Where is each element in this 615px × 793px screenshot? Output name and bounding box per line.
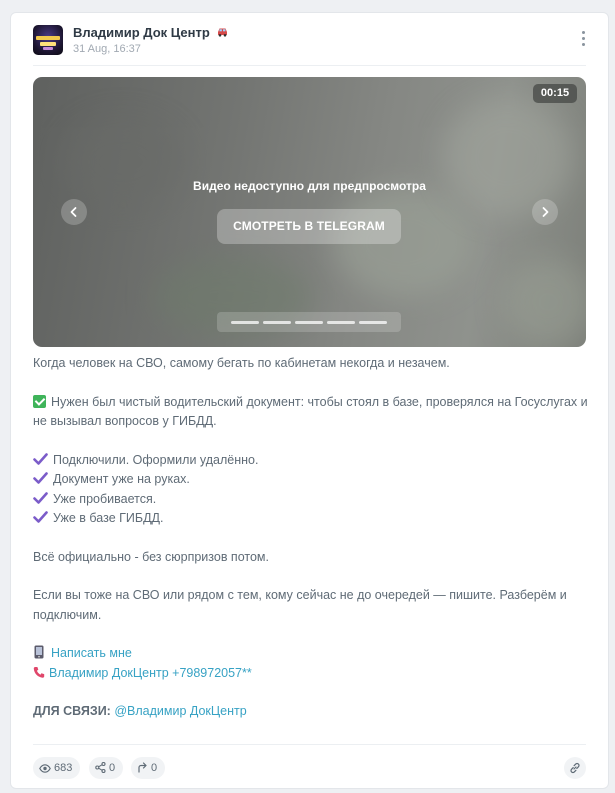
- slide-dot[interactable]: [359, 320, 387, 324]
- watch-in-telegram-button[interactable]: СМОТРЕТЬ В TELEGRAM: [217, 209, 401, 244]
- post-text: Когда человек на СВО, самому бегать по к…: [33, 354, 588, 722]
- shares-counter[interactable]: 0: [89, 757, 124, 779]
- step-item: Уже в базе ГИБДД.: [33, 509, 588, 529]
- tick-icon: [33, 472, 48, 484]
- tick-icon: [33, 452, 48, 465]
- video-duration: 00:15: [533, 84, 577, 103]
- contact-line: ДЛЯ СВЯЗИ: @Владимир ДокЦентр: [33, 702, 588, 722]
- video-blur: [503, 257, 586, 347]
- link-icon: [570, 762, 580, 774]
- video-unavailable-text: Видео недоступно для предпросмотра: [193, 179, 426, 193]
- views-counter[interactable]: 683: [33, 757, 81, 779]
- slide-dot[interactable]: [295, 320, 323, 324]
- post-timestamp: 31 Aug, 16:37: [73, 43, 141, 55]
- slide-dot[interactable]: [327, 320, 355, 324]
- eye-icon: [39, 764, 51, 773]
- car-icon: [216, 27, 229, 40]
- step-item: Подключили. Оформили удалённо.: [33, 451, 588, 471]
- channel-name-text: Владимир Док Центр: [73, 25, 210, 40]
- tick-icon: [33, 511, 48, 523]
- channel-name[interactable]: Владимир Док Центр: [73, 25, 229, 40]
- slide-dot[interactable]: [231, 320, 259, 324]
- mobile-phone-icon: [34, 645, 44, 659]
- check-mark-icon: [33, 394, 46, 408]
- previous-slide-button[interactable]: [61, 199, 87, 225]
- header-divider: [33, 65, 586, 66]
- official-paragraph: Всё официально - без сюрпризов потом.: [33, 549, 269, 564]
- slide-indicator: [217, 312, 401, 332]
- step-text: Уже в базе ГИБДД.: [53, 511, 164, 525]
- post-footer: 683 0 0: [33, 757, 586, 779]
- chevron-right-icon: [542, 207, 549, 217]
- step-item: Уже пробивается.: [33, 490, 588, 510]
- phone-icon: [33, 666, 45, 678]
- share-icon: [95, 762, 106, 773]
- avatar-logo-stripe: [43, 47, 53, 50]
- video-preview[interactable]: 00:15 Видео недоступно для предпросмотра…: [33, 77, 586, 347]
- write-line: Написать мне: [33, 644, 588, 664]
- contact-label: ДЛЯ СВЯЗИ:: [33, 704, 111, 718]
- copy-link-button[interactable]: [564, 757, 586, 779]
- post-header: Владимир Док Центр 31 Aug, 16:37: [33, 25, 592, 65]
- phone-link[interactable]: Владимир ДокЦентр +798972057**: [49, 666, 252, 680]
- tick-icon: [33, 491, 48, 504]
- video-blur: [63, 117, 183, 207]
- contact-link[interactable]: @Владимир ДокЦентр: [114, 704, 246, 718]
- intro-paragraph: Когда человек на СВО, самому бегать по к…: [33, 356, 450, 370]
- channel-avatar[interactable]: [33, 25, 63, 55]
- post-card: Владимир Док Центр 31 Aug, 16:37 00:15 В…: [10, 12, 609, 789]
- step-item: Документ уже на руках.: [33, 470, 588, 490]
- video-blur: [443, 97, 573, 217]
- write-me-link[interactable]: Написать мне: [51, 646, 132, 660]
- step-text: Подключили. Оформили удалённо.: [53, 452, 259, 467]
- next-slide-button[interactable]: [532, 199, 558, 225]
- footer-divider: [33, 744, 586, 745]
- step-text: Документ уже на руках.: [53, 472, 190, 486]
- step-text: Уже пробивается.: [53, 491, 157, 506]
- need-text: Нужен был чистый водительский документ: …: [33, 394, 588, 429]
- forwards-count: 0: [151, 762, 158, 774]
- avatar-logo-stripe: [36, 36, 60, 40]
- views-count: 683: [54, 762, 73, 774]
- slide-dot[interactable]: [263, 320, 291, 324]
- phone-line: Владимир ДокЦентр +798972057**: [33, 664, 588, 684]
- forwards-counter[interactable]: 0: [131, 757, 166, 779]
- more-menu-icon[interactable]: [580, 31, 586, 49]
- need-paragraph: Нужен был чистый водительский документ: …: [33, 393, 588, 432]
- shares-count: 0: [109, 762, 116, 774]
- chevron-left-icon: [70, 207, 77, 217]
- avatar-logo-stripe: [40, 42, 56, 46]
- forward-icon: [138, 762, 147, 773]
- cta-paragraph: Если вы тоже на СВО или рядом с тем, ком…: [33, 588, 567, 622]
